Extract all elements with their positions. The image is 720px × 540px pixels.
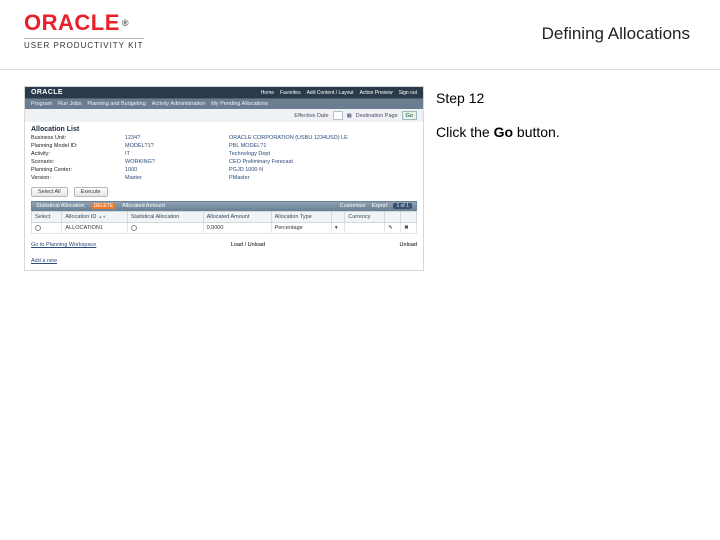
tbar-customize[interactable]: Customize bbox=[340, 203, 366, 209]
cell-type: Percentage bbox=[271, 223, 331, 234]
go-button[interactable]: Go bbox=[402, 111, 417, 120]
meta-scenario-desc: CEO Preliminary Forecast bbox=[229, 159, 349, 165]
allocation-meta: Business Unit: 1234? ORACLE CORPORATION … bbox=[25, 135, 423, 185]
meta-model-label: Planning Model ID: bbox=[31, 143, 121, 149]
meta-model-id: MODEL?1? bbox=[125, 143, 225, 149]
tbar-pager[interactable]: 1 of 1 bbox=[393, 203, 412, 209]
meta-activity-id: IT bbox=[125, 151, 225, 157]
table-toolbar: Statistical Allocation DELETE Allocated … bbox=[31, 201, 417, 211]
col-currency[interactable]: Currency bbox=[345, 212, 385, 223]
link-add-content[interactable]: Add Content / Layout bbox=[307, 90, 354, 96]
tab-activity-admin[interactable]: Activity Administration bbox=[152, 101, 206, 107]
meta-bu-id: 1234? bbox=[125, 135, 225, 141]
link-signout[interactable]: Sign out bbox=[399, 90, 417, 96]
meta-activity-desc: Technology Dept bbox=[229, 151, 349, 157]
registered-icon: ® bbox=[122, 18, 129, 28]
col-blank2 bbox=[385, 212, 401, 223]
page-header: ORACLE ® USER PRODUCTIVITY KIT Defining … bbox=[0, 0, 720, 70]
goto-workspace-link[interactable]: Go to Planning Workspace bbox=[31, 242, 96, 248]
oracle-logo: ORACLE ® bbox=[24, 10, 144, 36]
logo-text: ORACLE bbox=[24, 10, 120, 36]
product-subhead: USER PRODUCTIVITY KIT bbox=[24, 38, 144, 50]
instr-bold: Go bbox=[494, 124, 513, 140]
select-all-button[interactable]: Select All bbox=[31, 187, 68, 197]
cell-edit[interactable]: ✎ bbox=[385, 223, 401, 234]
link-action-preview[interactable]: Action Preview bbox=[360, 90, 393, 96]
col-alloc-id[interactable]: Allocation ID▲▼ bbox=[62, 212, 127, 223]
stat-radio[interactable] bbox=[131, 225, 137, 231]
allocation-table: Select Allocation ID▲▼ Statistical Alloc… bbox=[31, 211, 417, 234]
step-label: Step 12 bbox=[436, 90, 696, 106]
app-screenshot: ORACLE Home Favorites Add Content / Layo… bbox=[24, 86, 424, 271]
cell-delete[interactable]: ✖ bbox=[401, 223, 417, 234]
crumb-bar: Effective Date ▦ Destination Page Go bbox=[25, 109, 423, 122]
tab-run-jobs[interactable]: Run Jobs bbox=[58, 101, 81, 107]
step-text: Click the Go button. bbox=[436, 124, 696, 140]
add-row: Add a new bbox=[25, 254, 423, 270]
link-favorites[interactable]: Favorites bbox=[280, 90, 301, 96]
tbar-alloc-amount[interactable]: Allocated Amount bbox=[122, 203, 165, 209]
destination-page-label: Destination Page bbox=[356, 113, 398, 119]
meta-center-label: Planning Center: bbox=[31, 167, 121, 173]
col-blank3 bbox=[401, 212, 417, 223]
meta-scenario-id: WORKING? bbox=[125, 159, 225, 165]
meta-bu-label: Business Unit: bbox=[31, 135, 121, 141]
tab-pending-alloc[interactable]: My Pending Allocations bbox=[211, 101, 268, 107]
meta-version-label: Version: bbox=[31, 175, 121, 181]
table-header-row: Select Allocation ID▲▼ Statistical Alloc… bbox=[32, 212, 417, 223]
action-row: Select All Execute bbox=[25, 185, 423, 201]
meta-bu-desc: ORACLE CORPORATION (USBU 1234USD) LE bbox=[229, 135, 349, 141]
cell-amount: 0.0000 bbox=[203, 223, 271, 234]
meta-center-desc: PGJD 1000 N bbox=[229, 167, 349, 173]
screenshot-column: ORACLE Home Favorites Add Content / Layo… bbox=[24, 86, 424, 271]
app-titlebar: ORACLE Home Favorites Add Content / Layo… bbox=[25, 87, 423, 98]
meta-version-id: Master bbox=[125, 175, 225, 181]
calendar-icon[interactable]: ▦ bbox=[347, 113, 352, 119]
tbar-export[interactable]: Export bbox=[372, 203, 388, 209]
cell-alloc-id[interactable]: ALLOCATION1 bbox=[62, 223, 127, 234]
meta-activity-label: Activity: bbox=[31, 151, 121, 157]
col-alloc-amount[interactable]: Allocated Amount bbox=[203, 212, 271, 223]
app-brand: ORACLE bbox=[31, 89, 63, 96]
col-alloc-type[interactable]: Allocation Type bbox=[271, 212, 331, 223]
sort-icon[interactable]: ▲▼ bbox=[98, 215, 106, 218]
instr-post: button. bbox=[513, 124, 560, 140]
execute-button[interactable]: Execute bbox=[74, 187, 108, 197]
section-title: Allocation List bbox=[25, 122, 423, 135]
footer-links: Go to Planning Workspace Load / Unload U… bbox=[25, 238, 423, 254]
meta-scenario-label: Scenario: bbox=[31, 159, 121, 165]
app-tabs: Program Run Jobs Planning and Budgeting … bbox=[25, 98, 423, 109]
cell-select[interactable] bbox=[32, 223, 62, 234]
add-new-link[interactable]: Add a new bbox=[31, 258, 57, 264]
cell-stat[interactable] bbox=[127, 223, 203, 234]
col-stat-alloc[interactable]: Statistical Allocation bbox=[127, 212, 203, 223]
tab-program[interactable]: Program bbox=[31, 101, 52, 107]
unload-label: Unload bbox=[400, 242, 417, 248]
page-title: Defining Allocations bbox=[542, 24, 690, 44]
row-radio[interactable] bbox=[35, 225, 41, 231]
tbar-delete[interactable]: DELETE bbox=[91, 203, 116, 209]
instr-pre: Click the bbox=[436, 124, 494, 140]
tbar-stat-alloc[interactable]: Statistical Allocation bbox=[36, 203, 85, 209]
effective-date-label: Effective Date bbox=[294, 113, 328, 119]
instruction-column: Step 12 Click the Go button. bbox=[436, 86, 696, 271]
cell-lookup[interactable]: ▾ bbox=[331, 223, 344, 234]
content-row: ORACLE Home Favorites Add Content / Layo… bbox=[0, 70, 720, 271]
allocation-table-wrap: Statistical Allocation DELETE Allocated … bbox=[25, 201, 423, 238]
link-home[interactable]: Home bbox=[261, 90, 274, 96]
tab-planning-budgeting[interactable]: Planning and Budgeting bbox=[87, 101, 145, 107]
table-row[interactable]: ALLOCATION1 0.0000 Percentage ▾ ✎ ✖ bbox=[32, 223, 417, 234]
col-select[interactable]: Select bbox=[32, 212, 62, 223]
cell-currency bbox=[345, 223, 385, 234]
app-global-links: Home Favorites Add Content / Layout Acti… bbox=[261, 90, 417, 96]
effective-date-field[interactable] bbox=[333, 111, 343, 120]
meta-center-id: 1000 bbox=[125, 167, 225, 173]
meta-model-desc: PBL MODEL?1 bbox=[229, 143, 349, 149]
logo-block: ORACLE ® USER PRODUCTIVITY KIT bbox=[24, 10, 144, 50]
col-blank1 bbox=[331, 212, 344, 223]
meta-version-desc: PMaster bbox=[229, 175, 349, 181]
load-unload-label: Load / Unload bbox=[231, 242, 265, 248]
